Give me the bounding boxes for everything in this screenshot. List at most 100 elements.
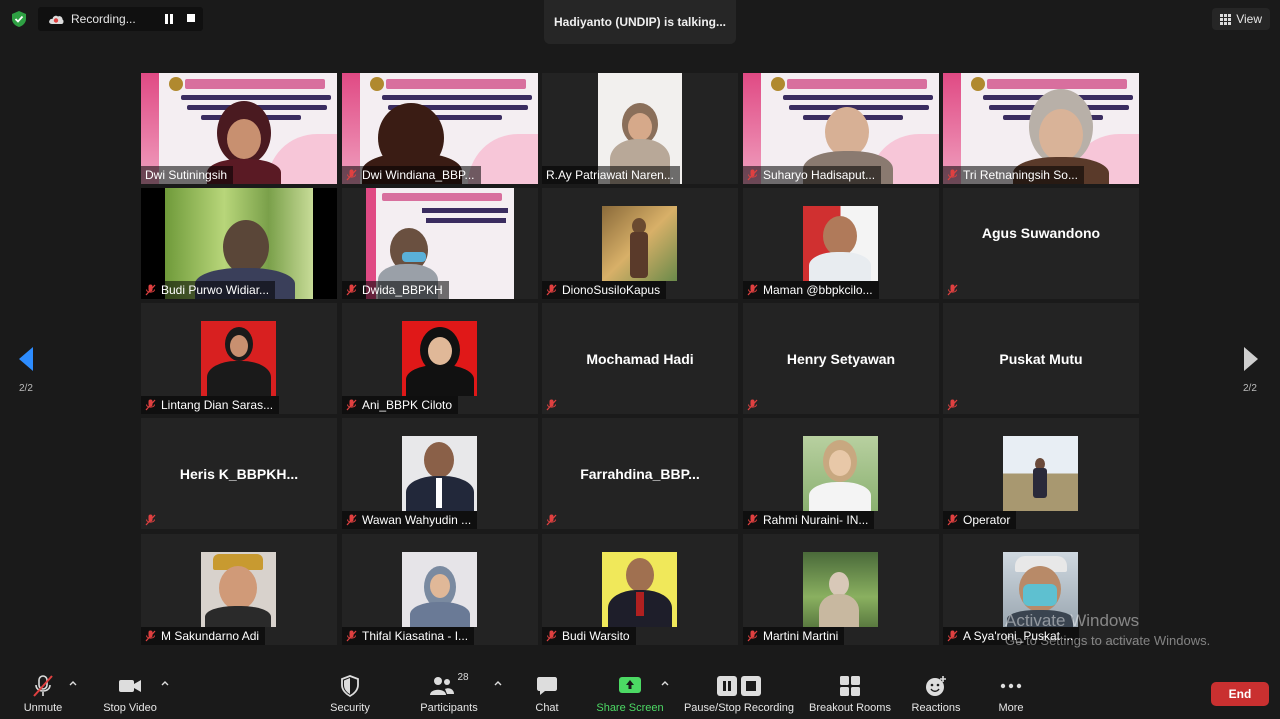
participant-tile[interactable]: Lintang Dian Saras...	[141, 303, 337, 414]
pause-stop-recording-label: Pause/Stop Recording	[683, 702, 795, 714]
participant-nameplate: Suharyo Hadisaput...	[743, 166, 882, 184]
participant-tile[interactable]: Suharyo Hadisaput...	[743, 73, 939, 184]
muted-mic-icon	[546, 399, 557, 411]
participant-tile[interactable]: Puskat Mutu	[943, 303, 1139, 414]
participant-photo	[201, 321, 276, 396]
top-bar: Recording... Hadiyanto (UNDIP) is talkin…	[0, 0, 1280, 44]
muted-mic-icon	[346, 284, 357, 296]
participant-nameplate: Operator	[943, 511, 1017, 529]
participant-name: Wawan Wahyudin ...	[362, 513, 472, 527]
unmute-button[interactable]: Unmute	[18, 660, 68, 719]
participant-nameplate: Dwida_BBPKH	[342, 281, 449, 299]
grid-view-icon	[1220, 13, 1232, 25]
unmute-label: Unmute	[23, 702, 63, 714]
next-page-arrow-icon[interactable]	[1240, 345, 1262, 373]
share-options-caret-icon[interactable]	[661, 680, 669, 686]
participant-tile[interactable]: Budi Purwo Widiar...	[141, 188, 337, 299]
muted-mic-icon	[145, 514, 156, 526]
participant-name: Suharyo Hadisaput...	[763, 168, 876, 182]
participant-nameplate: Thifal Kiasatina - I...	[342, 627, 475, 645]
participant-nameplate: Tri Retnaningsih So...	[943, 166, 1084, 184]
recording-label: Recording...	[71, 12, 136, 26]
participant-nameplate: Rahmi Nuraini- IN...	[743, 511, 875, 529]
participant-name-display: Heris K_BBPKH...	[179, 465, 299, 482]
participant-photo	[602, 206, 677, 281]
participant-tile[interactable]: Thifal Kiasatina - I...	[342, 534, 538, 645]
participant-tile[interactable]: Farrahdina_BBP...	[542, 418, 738, 529]
participant-tile[interactable]: Ani_BBPK Ciloto	[342, 303, 538, 414]
audio-options-caret-icon[interactable]	[69, 680, 77, 686]
participant-nameplate: Wawan Wahyudin ...	[342, 511, 478, 529]
participant-tile[interactable]: Tri Retnaningsih So...	[943, 73, 1139, 184]
pause-recording-icon[interactable]	[163, 13, 175, 25]
participant-name: Lintang Dian Saras...	[161, 398, 274, 412]
participant-name: Dwida_BBPKH	[362, 283, 443, 297]
participant-tile[interactable]: Rahmi Nuraini- IN...	[743, 418, 939, 529]
participant-tile[interactable]: Henry Setyawan	[743, 303, 939, 414]
participants-count: 28	[457, 672, 469, 683]
muted-mic-icon	[346, 169, 357, 181]
muted-mic-icon	[145, 284, 156, 296]
participant-photo	[1003, 436, 1078, 511]
video-options-caret-icon[interactable]	[161, 680, 169, 686]
participant-name: Rahmi Nuraini- IN...	[763, 513, 869, 527]
pause-stop-recording-button[interactable]: Pause/Stop Recording	[682, 660, 796, 719]
end-meeting-button[interactable]: End	[1211, 682, 1269, 706]
view-button[interactable]: View	[1212, 8, 1270, 30]
share-screen-button[interactable]: Share Screen	[596, 660, 664, 719]
participant-tile[interactable]: Mochamad Hadi	[542, 303, 738, 414]
pause-recording-toolbar-icon	[717, 676, 737, 696]
recording-indicator: Recording...	[38, 7, 203, 31]
participant-name: Maman @bbpkcilo...	[763, 283, 873, 297]
participant-tile[interactable]: Maman @bbpkcilo...	[743, 188, 939, 299]
participant-tile[interactable]: Dwida_BBPKH	[342, 188, 538, 299]
participant-tile[interactable]: Agus Suwandono	[943, 188, 1139, 299]
participant-name-display: Puskat Mutu	[999, 350, 1083, 367]
participants-button[interactable]: 28 Participants	[418, 660, 480, 719]
participant-name: Ani_BBPK Ciloto	[362, 398, 453, 412]
participants-options-caret-icon[interactable]	[494, 680, 502, 686]
participant-nameplate: M Sakundarno Adi	[141, 627, 266, 645]
muted-mic-icon	[546, 630, 557, 642]
participant-tile[interactable]: Operator	[943, 418, 1139, 529]
reactions-button[interactable]: Reactions	[909, 660, 963, 719]
participant-name-display: Farrahdina_BBP...	[580, 465, 700, 482]
participant-name: M Sakundarno Adi	[161, 629, 260, 643]
stop-recording-icon[interactable]	[186, 13, 196, 23]
reactions-label: Reactions	[911, 702, 961, 714]
participant-tile[interactable]: Heris K_BBPKH...	[141, 418, 337, 529]
participant-nameplate: Martini Martini	[743, 627, 845, 645]
participant-tile[interactable]: DionoSusiloKapus	[542, 188, 738, 299]
participant-nameplate: DionoSusiloKapus	[542, 281, 667, 299]
participant-name: R.Ay Patriawati Naren...	[546, 168, 674, 182]
meeting-toolbar: Unmute Stop Video Security 28 Participan…	[0, 660, 1280, 719]
participant-tile[interactable]: Wawan Wahyudin ...	[342, 418, 538, 529]
participant-tile[interactable]: Martini Martini	[743, 534, 939, 645]
participant-tile[interactable]: Budi Warsito	[542, 534, 738, 645]
participant-tile[interactable]: Dwi Windiana_BBP...	[342, 73, 538, 184]
more-label: More	[998, 702, 1024, 714]
breakout-rooms-label: Breakout Rooms	[809, 702, 891, 714]
stop-video-label: Stop Video	[103, 702, 157, 714]
chat-label: Chat	[535, 702, 559, 714]
participant-name: Thifal Kiasatina - I...	[362, 629, 469, 643]
security-button[interactable]: Security	[326, 660, 374, 719]
stop-video-button[interactable]: Stop Video	[100, 660, 160, 719]
more-button[interactable]: More	[992, 660, 1030, 719]
security-label: Security	[330, 702, 370, 714]
more-dots-icon	[1000, 683, 1022, 689]
participant-tile[interactable]: M Sakundarno Adi	[141, 534, 337, 645]
view-label: View	[1236, 12, 1262, 26]
participant-photo	[402, 436, 477, 511]
participant-nameplate: Maman @bbpkcilo...	[743, 281, 879, 299]
participant-tile[interactable]: R.Ay Patriawati Naren...	[542, 73, 738, 184]
participant-photo	[803, 436, 878, 511]
previous-page-arrow-icon[interactable]	[15, 345, 37, 373]
security-shield-icon[interactable]	[10, 10, 28, 28]
muted-mic-icon	[145, 630, 156, 642]
breakout-rooms-button[interactable]: Breakout Rooms	[808, 660, 892, 719]
participants-label: Participants	[420, 702, 478, 714]
chat-button[interactable]: Chat	[529, 660, 565, 719]
participant-tile[interactable]: Dwi Sutiningsih	[141, 73, 337, 184]
muted-mic-icon	[747, 169, 758, 181]
